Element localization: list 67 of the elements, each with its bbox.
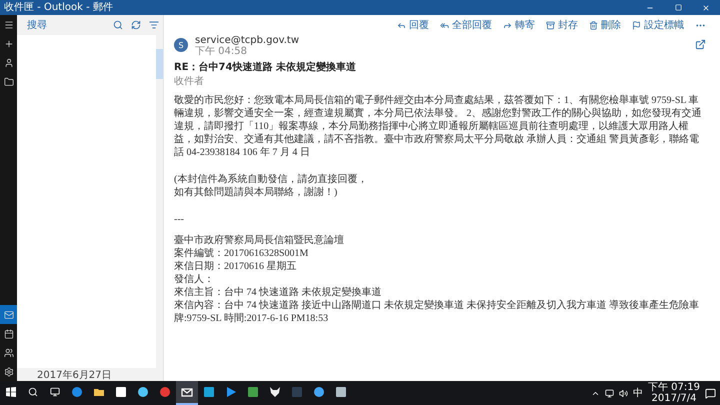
detail-line: 來信內容：台中 74 快速道路 接近中山路閘道口 未依規定變換車道 未保持安全距離及切入我方車道 導致後車產生危險車牌:9759-SL 時間:2017-6-16 PM18:53 — [174, 299, 700, 325]
app-icon — [203, 386, 215, 398]
bag-icon — [115, 386, 127, 398]
search-icon — [28, 387, 38, 397]
message-time: 下午 04:58 — [195, 46, 248, 57]
pop-out-button[interactable] — [695, 39, 706, 50]
calendar-icon — [4, 328, 14, 338]
archive-icon — [546, 20, 555, 30]
sender-avatar: S — [174, 38, 188, 52]
pop-out-icon — [695, 39, 706, 50]
app-icon — [247, 386, 259, 398]
task-view-icon — [50, 387, 60, 397]
flag-icon — [632, 20, 641, 30]
reply-icon — [397, 20, 406, 30]
filter-button[interactable] — [145, 15, 163, 35]
search-icon — [113, 20, 123, 30]
detail-line: 發信人： — [174, 273, 215, 286]
sync-icon — [131, 20, 141, 30]
toolbar-button[interactable]: 刪除 — [589, 18, 621, 32]
detail-line: 來信主旨：台中 74 快速道路 未依規定變換車道 — [174, 286, 382, 299]
detail-line: 臺中市政府警察局局長信箱暨民意論壇 — [174, 234, 345, 247]
input-method-indicator[interactable]: 中 — [633, 386, 643, 400]
detail-line: 案件編號：20170616328S001M — [174, 247, 310, 260]
delete-icon — [589, 20, 598, 30]
clock-date: 2017/7/4 — [652, 393, 696, 404]
network-icon — [605, 388, 614, 398]
date-label: 2017年6月27日 — [37, 368, 112, 382]
close-icon — [702, 4, 710, 12]
clock-time: 下午 07:19 — [648, 382, 700, 393]
plus-icon — [4, 38, 14, 48]
app-icon — [335, 386, 347, 398]
envelope-icon — [181, 386, 193, 398]
recipient-label: 收件者 — [174, 74, 205, 88]
search-field[interactable]: 搜尋 — [17, 15, 109, 35]
app-icon — [291, 386, 303, 398]
notice-line: 如有其餘問題請與本局聯絡，謝謝！) — [174, 186, 338, 199]
windows-icon — [6, 387, 16, 397]
separator-text: --- — [174, 213, 185, 226]
sender-address: service@tcpb.gov.tw — [195, 35, 300, 46]
window-title: 收件匣 - Outlook - 郵件 — [4, 0, 113, 15]
people-icon — [4, 348, 14, 358]
folder-icon — [93, 386, 105, 398]
play-icon — [225, 386, 237, 398]
filter-icon — [149, 20, 159, 30]
message-subject: RE：台中74快速道路 未依規定變換車道 — [174, 60, 357, 74]
detail-line: 來信日期：20170616 星期五 — [174, 260, 298, 273]
notification-icon — [705, 388, 716, 398]
forward-icon — [503, 20, 512, 30]
taskbar-app[interactable] — [176, 381, 198, 405]
menu-icon — [4, 20, 14, 30]
toolbar-button[interactable]: 封存 — [546, 18, 578, 32]
restore-icon — [674, 4, 682, 11]
toolbar-button[interactable]: 全部回覆 — [440, 18, 492, 32]
fox-icon — [269, 386, 281, 398]
scrollbar-thumb[interactable] — [156, 49, 163, 79]
volume-icon — [619, 388, 628, 398]
mail-icon — [4, 310, 14, 320]
folder-icon — [4, 76, 14, 86]
message-paragraph: 敬愛的市民您好：您致電本局局長信箱的電子郵件經交由本分局查處結果，茲答覆如下：1、有關您檢舉車號 9759-SL 車輛違規，影響交通安全一案，經查違規屬實，本分局已依法舉發。 2、感謝您對警政工作的關心與協助，如您發現有交通違規，請即撥打「110」報案專線，本分局勤務指揮中心將立即通報所屬轄區巡員前往查明處理，以維護大眾用路人權益，如對治安、交通有其他建議，請不吝指教。臺中市政府警察局太平分局敬啟 承辦人員：交通組 警員黃彥彰，聯絡電話 04-23938184 106 年 7 月 4 日 — [174, 94, 702, 159]
toolbar-button[interactable]: 設定標幟 — [632, 18, 684, 32]
settings-icon — [4, 366, 14, 376]
toolbar-button[interactable]: 回覆 — [397, 18, 429, 32]
reply-all-icon — [440, 20, 449, 30]
toolbar-button[interactable]: 轉寄 — [503, 18, 535, 32]
person-icon — [4, 58, 14, 68]
clock[interactable]: 下午 07:19 2017/7/4 — [648, 382, 700, 404]
notice-line: (本封信件為系統自動發信，請勿直接回覆， — [174, 173, 368, 186]
